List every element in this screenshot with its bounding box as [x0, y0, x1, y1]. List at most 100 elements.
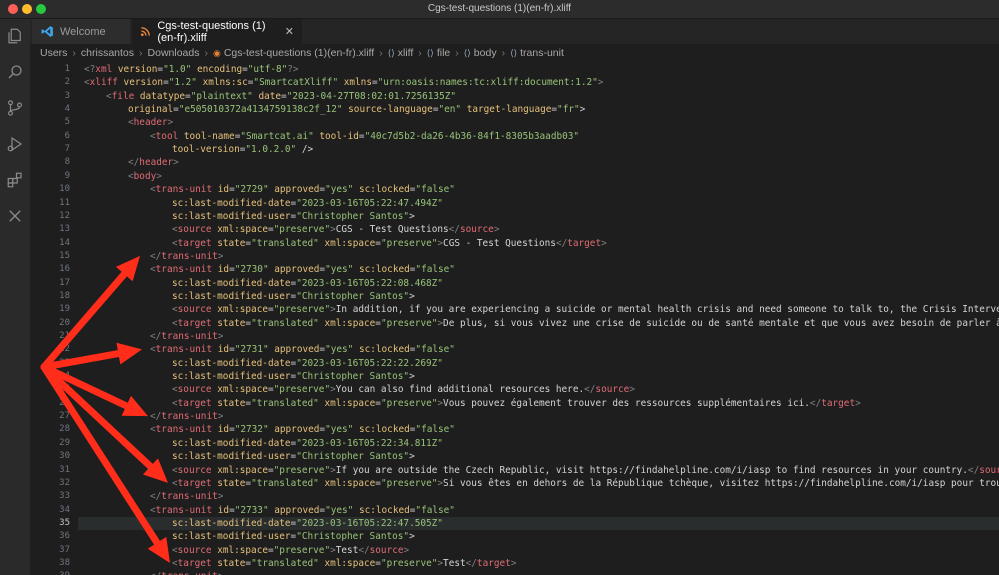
code-line[interactable]: <source xml:space="preserve">In addition… — [172, 303, 999, 316]
line-number: 30 — [59, 451, 70, 462]
breadcrumb-item[interactable]: body — [474, 47, 497, 59]
rss-file-icon: ◉ — [212, 47, 221, 58]
xml-element-icon: ⟨⟩ — [463, 47, 471, 58]
line-number: 6 — [64, 130, 70, 141]
code-line[interactable]: tool-version="1.0.2.0" /> — [172, 143, 313, 156]
breadcrumb-item[interactable]: Cgs-test-questions (1)(en-fr).xliff — [224, 47, 374, 59]
code-line[interactable]: </trans-unit> — [150, 410, 223, 423]
line-number: 33 — [59, 491, 70, 502]
code-line[interactable]: </header> — [128, 156, 179, 169]
line-number: 11 — [59, 197, 70, 208]
code-line[interactable]: sc:last-modified-user="Christopher Santo… — [172, 210, 415, 223]
line-number: 24 — [59, 371, 70, 382]
code-line[interactable]: <trans-unit id="2730" approved="yes" sc:… — [150, 263, 455, 276]
code-line[interactable]: <source xml:space="preserve">CGS - Test … — [172, 223, 499, 236]
line-number: 25 — [59, 384, 70, 395]
code-line[interactable]: <trans-unit id="2729" approved="yes" sc:… — [150, 183, 455, 196]
code-line[interactable]: sc:last-modified-user="Christopher Santo… — [172, 450, 415, 463]
code-line[interactable]: original="e505010372a4134759138c2f_12" s… — [128, 103, 585, 116]
line-number: 15 — [59, 250, 70, 261]
line-number: 39 — [30, 570, 70, 575]
run-debug-icon[interactable] — [6, 135, 24, 153]
code-line[interactable]: <target state="translated" xml:space="pr… — [172, 557, 516, 570]
line-number: 17 — [59, 277, 70, 288]
code-line[interactable]: sc:last-modified-date="2023-03-16T05:22:… — [172, 517, 443, 530]
rss-file-icon — [140, 25, 151, 39]
breadcrumb-item[interactable]: Users — [40, 47, 67, 59]
line-number: 22 — [59, 344, 70, 355]
breadcrumb-item[interactable]: Downloads — [148, 47, 200, 59]
code-line[interactable]: sc:last-modified-date="2023-03-16T05:22:… — [172, 277, 443, 290]
line-number: 12 — [59, 210, 70, 221]
code-line[interactable]: sc:last-modified-user="Christopher Santo… — [172, 530, 415, 543]
breadcrumb-item[interactable]: file — [437, 47, 450, 59]
code-editor[interactable]: 1 2 3 4 5 6 7 8 9 10 11 12 13 14 15 16 17 18 19 20 21 22 23 24 2… — [30, 62, 999, 575]
code-line[interactable]: <body> — [128, 170, 162, 183]
close-tab-icon[interactable]: ✕ — [285, 25, 294, 38]
code-line[interactable]: <?xml version="1.0" encoding="utf-8"?> — [84, 63, 299, 76]
explorer-icon[interactable] — [6, 27, 24, 45]
line-number: 34 — [59, 504, 70, 515]
line-number: 32 — [59, 477, 70, 488]
code-line[interactable]: sc:last-modified-date="2023-03-16T05:22:… — [172, 357, 443, 370]
line-number: 7 — [64, 144, 70, 155]
source-control-icon[interactable] — [6, 99, 24, 117]
line-number-gutter: 1 2 3 4 5 6 7 8 9 10 11 12 13 14 15 16 17 18 19 20 21 22 23 24 2… — [30, 62, 70, 575]
code-line[interactable]: <trans-unit id="2731" approved="yes" sc:… — [150, 343, 455, 356]
line-number: 14 — [59, 237, 70, 248]
line-number: 8 — [64, 157, 70, 168]
code-line[interactable]: <trans-unit id="2733" approved="yes" sc:… — [150, 504, 455, 517]
code-line[interactable]: </trans-unit> — [150, 330, 223, 343]
code-line[interactable]: <target state="translated" xml:space="pr… — [172, 317, 999, 330]
code-area[interactable]: <?xml version="1.0" encoding="utf-8"?> <x… — [84, 62, 999, 575]
code-line[interactable]: <tool tool-name="Smartcat.ai" tool-id="4… — [150, 130, 579, 143]
line-number: 36 — [59, 531, 70, 542]
code-line[interactable]: <trans-unit id="2732" approved="yes" sc:… — [150, 423, 455, 436]
breadcrumb-item[interactable]: chrissantos — [81, 47, 134, 59]
line-number: 5 — [64, 117, 70, 128]
line-number: 2 — [64, 77, 70, 88]
line-number: 1 — [64, 64, 70, 74]
line-number: 31 — [59, 464, 70, 475]
line-number: 27 — [59, 411, 70, 422]
xml-element-icon: ⟨⟩ — [387, 47, 395, 58]
line-number: 4 — [64, 104, 70, 115]
activity-bar — [0, 19, 30, 575]
code-line[interactable]: <header> — [128, 116, 173, 129]
tab-label: Cgs-test-questions (1)(en-fr).xliff — [157, 19, 266, 44]
code-line[interactable]: </trans-unit> — [150, 490, 223, 503]
code-line[interactable]: sc:last-modified-user="Christopher Santo… — [172, 290, 415, 303]
line-number: 26 — [59, 397, 70, 408]
remote-icon[interactable] — [6, 207, 24, 225]
code-line[interactable]: <source xml:space="preserve">You can als… — [172, 383, 635, 396]
line-number: 3 — [64, 90, 70, 101]
vscode-logo-icon — [40, 25, 54, 39]
search-icon[interactable] — [6, 63, 24, 81]
line-number: 37 — [59, 544, 70, 555]
line-number: 35 — [59, 517, 70, 528]
code-line[interactable]: </trans-unit> — [150, 250, 223, 263]
tab-xliff-file[interactable]: Cgs-test-questions (1)(en-fr).xliff ✕ — [132, 19, 302, 44]
xml-element-icon: ⟨⟩ — [426, 47, 434, 58]
code-line[interactable]: <file datatype="plaintext" date="2023-04… — [106, 90, 456, 103]
code-line[interactable]: <source xml:space="preserve">Test</sourc… — [172, 544, 409, 557]
breadcrumb-item[interactable]: trans-unit — [520, 47, 564, 59]
code-line[interactable]: sc:last-modified-date="2023-03-16T05:22:… — [172, 437, 443, 450]
code-line[interactable]: </trans-unit> — [150, 570, 223, 575]
line-number: 28 — [59, 424, 70, 435]
code-line[interactable]: <target state="translated" xml:space="pr… — [172, 477, 999, 490]
code-line[interactable]: sc:last-modified-user="Christopher Santo… — [172, 370, 415, 383]
line-number: 38 — [59, 557, 70, 568]
code-line[interactable]: <source xml:space="preserve">If you are … — [172, 464, 999, 477]
code-line[interactable]: <xliff version="1.2" xmlns:sc="SmartcatX… — [84, 76, 603, 89]
line-number: 19 — [59, 304, 70, 315]
code-line[interactable]: <target state="translated" xml:space="pr… — [172, 237, 607, 250]
code-line[interactable]: sc:last-modified-date="2023-03-16T05:22:… — [172, 197, 443, 210]
breadcrumb-item[interactable]: xliff — [398, 47, 414, 59]
code-line[interactable]: <target state="translated" xml:space="pr… — [172, 397, 861, 410]
tab-label: Welcome — [60, 25, 106, 38]
tab-welcome[interactable]: Welcome — [32, 19, 130, 44]
line-number: 16 — [59, 264, 70, 275]
breadcrumb: Users › chrissantos › Downloads › ◉ Cgs-test… — [40, 47, 564, 59]
extensions-icon[interactable] — [6, 171, 24, 189]
